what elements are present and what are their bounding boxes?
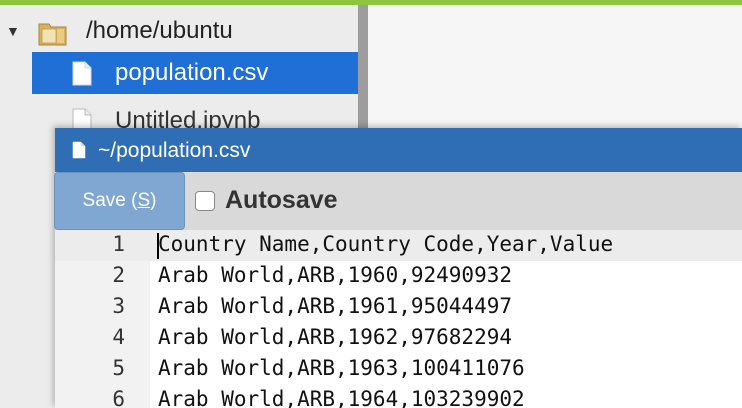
expand-triangle-icon[interactable]: ▼	[6, 24, 20, 38]
text-editor-dialog: ~/population.csv Save (S) Autosave 1 Cou…	[54, 128, 742, 408]
line-number: 2	[112, 263, 125, 287]
line-number: 6	[112, 387, 125, 408]
line-text[interactable]: Arab World,ARB,1964,103239902	[158, 387, 525, 408]
save-label-suffix: )	[150, 190, 157, 211]
editor-line[interactable]: 4 Arab World,ARB,1962,97682294	[55, 323, 742, 354]
editor-line[interactable]: 1 Country Name,Country Code,Year,Value	[55, 230, 742, 261]
save-label: Save (	[82, 190, 138, 211]
line-number: 5	[112, 356, 125, 380]
line-text[interactable]: Arab World,ARB,1963,100411076	[158, 356, 525, 380]
editor-toolbar: Save (S) Autosave	[54, 172, 742, 230]
line-text[interactable]: Arab World,ARB,1962,97682294	[158, 325, 512, 349]
code-editor[interactable]: 1 Country Name,Country Code,Year,Value 2…	[55, 230, 742, 408]
file-icon	[72, 61, 92, 86]
editor-line[interactable]: 2 Arab World,ARB,1960,92490932	[55, 261, 742, 292]
tree-item-root[interactable]: ▼ /home/ubuntu	[0, 10, 358, 52]
autosave-label[interactable]: Autosave	[225, 186, 338, 215]
folder-icon	[38, 23, 67, 46]
autosave-checkbox[interactable]	[195, 191, 215, 211]
tree-item-label: /home/ubuntu	[86, 17, 233, 44]
save-shortcut-key: S	[137, 190, 151, 211]
line-number: 3	[112, 294, 125, 318]
editor-line[interactable]: 6 Arab World,ARB,1964,103239902	[55, 385, 742, 408]
tree-item-label: population.csv	[115, 59, 269, 86]
line-text[interactable]: Arab World,ARB,1961,95044497	[158, 294, 512, 318]
save-button[interactable]: Save (S)	[54, 172, 185, 230]
line-number: 1	[112, 232, 125, 256]
editor-line[interactable]: 3 Arab World,ARB,1961,95044497	[55, 292, 742, 323]
dialog-title-bar[interactable]: ~/population.csv	[55, 128, 742, 172]
editor-line[interactable]: 5 Arab World,ARB,1963,100411076	[55, 354, 742, 385]
line-number: 4	[112, 325, 125, 349]
dialog-title: ~/population.csv	[98, 139, 251, 162]
file-icon	[72, 141, 86, 159]
line-text[interactable]: Country Name,Country Code,Year,Value	[158, 232, 613, 256]
line-text[interactable]: Arab World,ARB,1960,92490932	[158, 263, 512, 287]
tree-item-population-csv[interactable]: population.csv	[32, 52, 358, 94]
